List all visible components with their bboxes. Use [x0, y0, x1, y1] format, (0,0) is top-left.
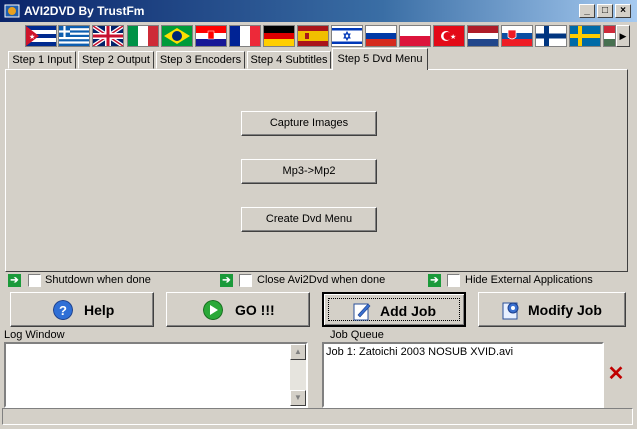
- add-job-label: Add Job: [380, 303, 436, 319]
- france-flag-icon[interactable]: [229, 25, 261, 47]
- hide-external-label: Hide External Applications: [465, 274, 593, 286]
- croatia-flag-icon[interactable]: [195, 25, 227, 47]
- delete-job-icon[interactable]: ✕: [607, 364, 625, 384]
- create-dvd-menu-button[interactable]: Create Dvd Menu: [241, 207, 377, 232]
- list-item[interactable]: Job 1: Zatoichi 2003 NOSUB XVID.avi: [326, 346, 513, 358]
- hide-external-checkbox[interactable]: [447, 274, 460, 287]
- close-app-label: Close Avi2Dvd when done: [257, 274, 386, 286]
- svg-text:?: ?: [59, 303, 67, 318]
- app-window: AVI2DVD By TrustFm _ □ × ★ ★ ▶ Step 1 In…: [0, 0, 637, 429]
- flag-scroll-right-button[interactable]: ▶: [616, 25, 630, 47]
- tab-step2-output[interactable]: Step 2 Output: [78, 51, 154, 69]
- maximize-button[interactable]: □: [597, 4, 613, 18]
- help-label: Help: [84, 302, 115, 318]
- svg-text:★: ★: [450, 33, 456, 41]
- germany-flag-icon[interactable]: [263, 25, 295, 47]
- tab-step4-subtitles[interactable]: Step 4 Subtitles: [247, 51, 331, 69]
- job-queue-label: Job Queue: [330, 329, 384, 341]
- go-button[interactable]: GO !!!: [166, 292, 310, 327]
- tab-step5-dvd-menu[interactable]: Step 5 Dvd Menu: [332, 48, 428, 70]
- close-app-checkbox[interactable]: [239, 274, 252, 287]
- shutdown-checkbox[interactable]: [28, 274, 41, 287]
- svg-text:★: ★: [29, 33, 35, 41]
- modify-job-icon: [502, 302, 519, 320]
- job-queue-listbox[interactable]: Job 1: Zatoichi 2003 NOSUB XVID.avi: [322, 342, 604, 408]
- scroll-down-arrow-icon[interactable]: ▼: [290, 390, 306, 406]
- greece-flag-icon[interactable]: [58, 25, 90, 47]
- minimize-button[interactable]: _: [579, 4, 595, 18]
- title-bar[interactable]: AVI2DVD By TrustFm _ □ ×: [0, 0, 637, 22]
- log-scrollbar[interactable]: ▲ ▼: [290, 344, 306, 406]
- sweden-flag-icon[interactable]: [569, 25, 601, 47]
- slovakia-flag-icon[interactable]: [501, 25, 533, 47]
- israel-flag-icon[interactable]: [331, 25, 363, 47]
- app-icon: [4, 4, 20, 18]
- add-job-icon: [353, 303, 371, 321]
- arrow-right-icon: ➔: [428, 274, 441, 287]
- modify-job-label: Modify Job: [528, 302, 602, 318]
- uk-flag-icon[interactable]: [92, 25, 124, 47]
- cuba-flag-icon[interactable]: ★: [25, 25, 57, 47]
- finland-flag-icon[interactable]: [535, 25, 567, 47]
- spain-flag-icon[interactable]: [297, 25, 329, 47]
- arrow-right-icon: ➔: [220, 274, 233, 287]
- scroll-up-arrow-icon[interactable]: ▲: [290, 344, 306, 360]
- add-job-button[interactable]: Add Job: [322, 292, 466, 327]
- log-window-textarea[interactable]: ▲ ▼: [4, 342, 308, 408]
- brazil-flag-icon[interactable]: [161, 25, 193, 47]
- italy-flag-icon[interactable]: [127, 25, 159, 47]
- arrow-right-icon: ➔: [8, 274, 21, 287]
- shutdown-label: Shutdown when done: [45, 274, 151, 286]
- language-flag-toolbar: ★ ★ ▶: [0, 22, 637, 50]
- window-title: AVI2DVD By TrustFm: [24, 4, 145, 18]
- turkey-flag-icon[interactable]: ★: [433, 25, 465, 47]
- help-button[interactable]: ? Help: [10, 292, 154, 327]
- capture-images-button[interactable]: Capture Images: [241, 111, 377, 136]
- help-icon: ?: [53, 300, 73, 320]
- hungary-flag-icon[interactable]: [603, 25, 616, 47]
- poland-flag-icon[interactable]: [399, 25, 431, 47]
- tab-step3-encoders[interactable]: Step 3 Encoders: [156, 51, 245, 69]
- play-icon: [203, 300, 223, 320]
- go-label: GO !!!: [235, 302, 275, 318]
- tab-step1-input[interactable]: Step 1 Input: [8, 51, 76, 69]
- log-window-label: Log Window: [4, 329, 65, 341]
- close-button[interactable]: ×: [615, 4, 631, 18]
- status-bar: [2, 408, 633, 425]
- mp3-to-mp2-button[interactable]: Mp3->Mp2: [241, 159, 377, 184]
- modify-job-button[interactable]: Modify Job: [478, 292, 626, 327]
- netherlands-flag-icon[interactable]: [467, 25, 499, 47]
- russia-flag-icon[interactable]: [365, 25, 397, 47]
